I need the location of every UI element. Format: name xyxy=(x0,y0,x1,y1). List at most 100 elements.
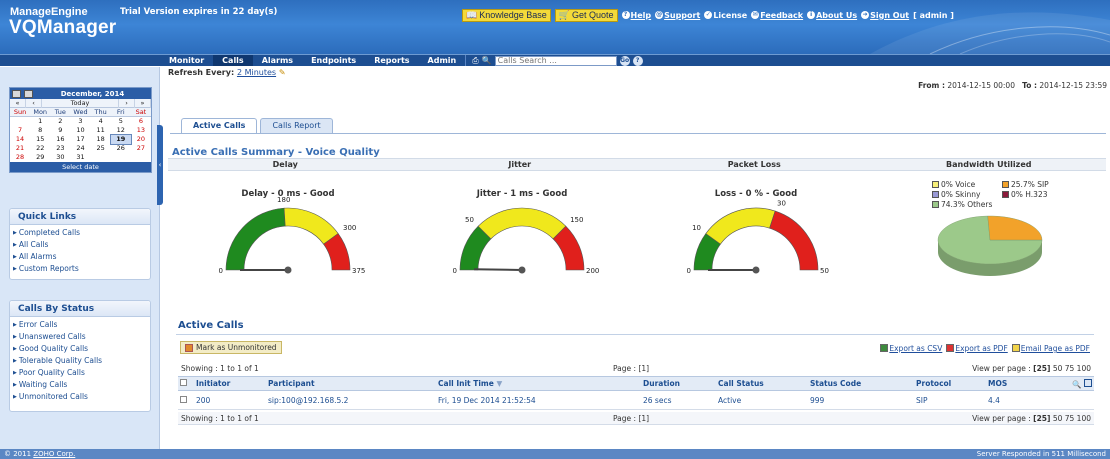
summary-col-packet-loss: Packet Loss xyxy=(727,160,781,169)
select-date-label: Select date xyxy=(10,162,151,172)
knowledge-base-button[interactable]: 📖 Knowledge Base xyxy=(462,8,551,22)
calendar-day[interactable]: 24 xyxy=(70,144,90,153)
status-link-waiting[interactable]: Waiting Calls xyxy=(13,379,150,391)
calendar-day[interactable]: 8 xyxy=(30,126,50,135)
col-call-init-time[interactable]: Call Init Time ▼ xyxy=(436,376,641,391)
quick-link-custom-reports[interactable]: Custom Reports xyxy=(13,263,150,275)
about-link[interactable]: i About Us xyxy=(807,11,857,20)
today-button[interactable]: Today xyxy=(42,99,119,108)
prev-month-button[interactable]: ‹ xyxy=(26,99,42,108)
calendar-day[interactable]: 5 xyxy=(111,117,131,126)
calendar-day[interactable]: 12 xyxy=(111,126,131,135)
tab-admin[interactable]: Admin xyxy=(419,55,466,66)
support-link[interactable]: @ Support xyxy=(655,11,700,20)
calendar-day[interactable]: 30 xyxy=(50,153,70,162)
status-link-unmonitored[interactable]: Unmonitored Calls xyxy=(13,391,150,403)
tab-monitor[interactable]: Monitor xyxy=(160,55,213,66)
col-participant[interactable]: Participant xyxy=(266,376,436,391)
tab-calls[interactable]: Calls xyxy=(213,55,253,66)
refresh-interval-link[interactable]: 2 Minutes xyxy=(237,68,276,77)
sign-out-icon: ➜ xyxy=(861,11,870,19)
calendar-day[interactable]: 16 xyxy=(50,135,70,144)
calendar-day[interactable]: 6 xyxy=(131,117,151,126)
go-button[interactable]: Go xyxy=(619,55,630,66)
quick-link-completed-calls[interactable]: Completed Calls xyxy=(13,227,150,239)
row-select-cell xyxy=(178,390,194,410)
status-link-poor[interactable]: Poor Quality Calls xyxy=(13,367,150,379)
per-page-options[interactable]: 50 75 100 xyxy=(1053,414,1091,423)
status-link-tolerable[interactable]: Tolerable Quality Calls xyxy=(13,355,150,367)
company-link[interactable]: ZOHO Corp. xyxy=(33,450,75,458)
calendar-day[interactable]: 13 xyxy=(131,126,151,135)
calendar-day[interactable]: 21 xyxy=(10,144,30,153)
column-chooser-icon[interactable] xyxy=(1084,378,1092,387)
calendar-day[interactable]: 26 xyxy=(111,144,131,153)
print-icon[interactable]: ⎙ xyxy=(472,56,478,66)
quick-link-all-calls[interactable]: All Calls xyxy=(13,239,150,251)
calendar-day[interactable]: 14 xyxy=(10,135,30,144)
calls-by-status-title: Calls By Status xyxy=(10,301,150,317)
export-pdf-link[interactable]: Export as PDF xyxy=(946,344,1008,353)
calendar-day[interactable]: 25 xyxy=(91,144,111,153)
tab-calls-report[interactable]: Calls Report xyxy=(260,118,333,133)
next-year-button[interactable]: » xyxy=(135,99,151,108)
calendar-icon[interactable] xyxy=(12,89,21,98)
license-link[interactable]: ✓ License xyxy=(704,11,747,20)
tab-endpoints[interactable]: Endpoints xyxy=(302,55,365,66)
status-link-unanswered[interactable]: Unanswered Calls xyxy=(13,331,150,343)
select-all-checkbox[interactable] xyxy=(180,379,187,386)
calendar-day[interactable]: 3 xyxy=(70,117,90,126)
col-mos[interactable]: MOS xyxy=(986,376,1046,391)
edit-icon[interactable]: ✎ xyxy=(279,68,286,77)
tab-reports[interactable]: Reports xyxy=(365,55,418,66)
feedback-link[interactable]: ✉ Feedback xyxy=(751,11,803,20)
calendar-day[interactable]: 19 xyxy=(109,134,132,145)
next-month-button[interactable]: › xyxy=(119,99,135,108)
col-status-code[interactable]: Status Code xyxy=(808,376,914,391)
calendar-day[interactable]: 10 xyxy=(70,126,90,135)
col-protocol[interactable]: Protocol xyxy=(914,376,986,391)
col-call-status[interactable]: Call Status xyxy=(716,376,808,391)
calendar-day[interactable]: 4 xyxy=(91,117,111,126)
tab-alarms[interactable]: Alarms xyxy=(253,55,302,66)
calendar-day[interactable]: 17 xyxy=(70,135,90,144)
mark-unmonitored-button[interactable]: Mark as Unmonitored xyxy=(180,341,282,354)
calendar-day[interactable]: 18 xyxy=(91,135,111,144)
help-icon[interactable]: ? xyxy=(632,55,643,66)
calendar-day[interactable]: 23 xyxy=(50,144,70,153)
to-label: To : xyxy=(1022,81,1038,90)
calendar-day[interactable]: 1 xyxy=(30,117,50,126)
help-link[interactable]: ? Help xyxy=(621,11,651,20)
tab-active-calls[interactable]: Active Calls xyxy=(181,118,258,134)
col-duration[interactable]: Duration xyxy=(641,376,716,391)
row-checkbox[interactable] xyxy=(180,395,187,403)
from-label: From : xyxy=(918,81,945,90)
calendar-day[interactable]: 22 xyxy=(30,144,50,153)
collapse-sidebar-handle[interactable]: ‹ xyxy=(157,125,163,205)
calendar-day[interactable]: 27 xyxy=(131,144,151,153)
status-link-good[interactable]: Good Quality Calls xyxy=(13,343,150,355)
calendar-day[interactable]: 11 xyxy=(91,126,111,135)
status-link-error[interactable]: Error Calls xyxy=(13,319,150,331)
calendar-day[interactable]: 15 xyxy=(30,135,50,144)
table-row[interactable]: 200 sip:100@192.168.5.2 Fri, 19 Dec 2014… xyxy=(178,390,1094,410)
calendar-day[interactable]: 31 xyxy=(70,153,90,162)
get-quote-button[interactable]: 🛒 Get Quote xyxy=(554,8,618,22)
calendar-day[interactable]: 28 xyxy=(10,153,30,162)
calendar-day[interactable]: 29 xyxy=(30,153,50,162)
per-page-current: [25] xyxy=(1033,413,1051,423)
search-icon[interactable]: 🔍 xyxy=(1072,380,1081,389)
export-csv-link[interactable]: Export as CSV xyxy=(880,344,942,353)
calendar-day[interactable]: 7 xyxy=(10,126,30,135)
calls-search-input[interactable] xyxy=(494,55,617,66)
calendar-day[interactable]: 9 xyxy=(50,126,70,135)
quick-link-all-alarms[interactable]: All Alarms xyxy=(13,251,150,263)
prev-year-button[interactable]: « xyxy=(10,99,26,108)
col-initiator[interactable]: Initiator xyxy=(194,376,266,391)
calendar-day[interactable]: 2 xyxy=(50,117,70,126)
email-pdf-link[interactable]: Email Page as PDF xyxy=(1011,344,1090,353)
calendar-day[interactable]: 20 xyxy=(131,135,151,144)
sign-out-link[interactable]: ➜ Sign Out xyxy=(861,11,909,20)
calendar-range-icon[interactable] xyxy=(24,89,33,98)
per-page-options[interactable]: 50 75 100 xyxy=(1053,364,1091,373)
